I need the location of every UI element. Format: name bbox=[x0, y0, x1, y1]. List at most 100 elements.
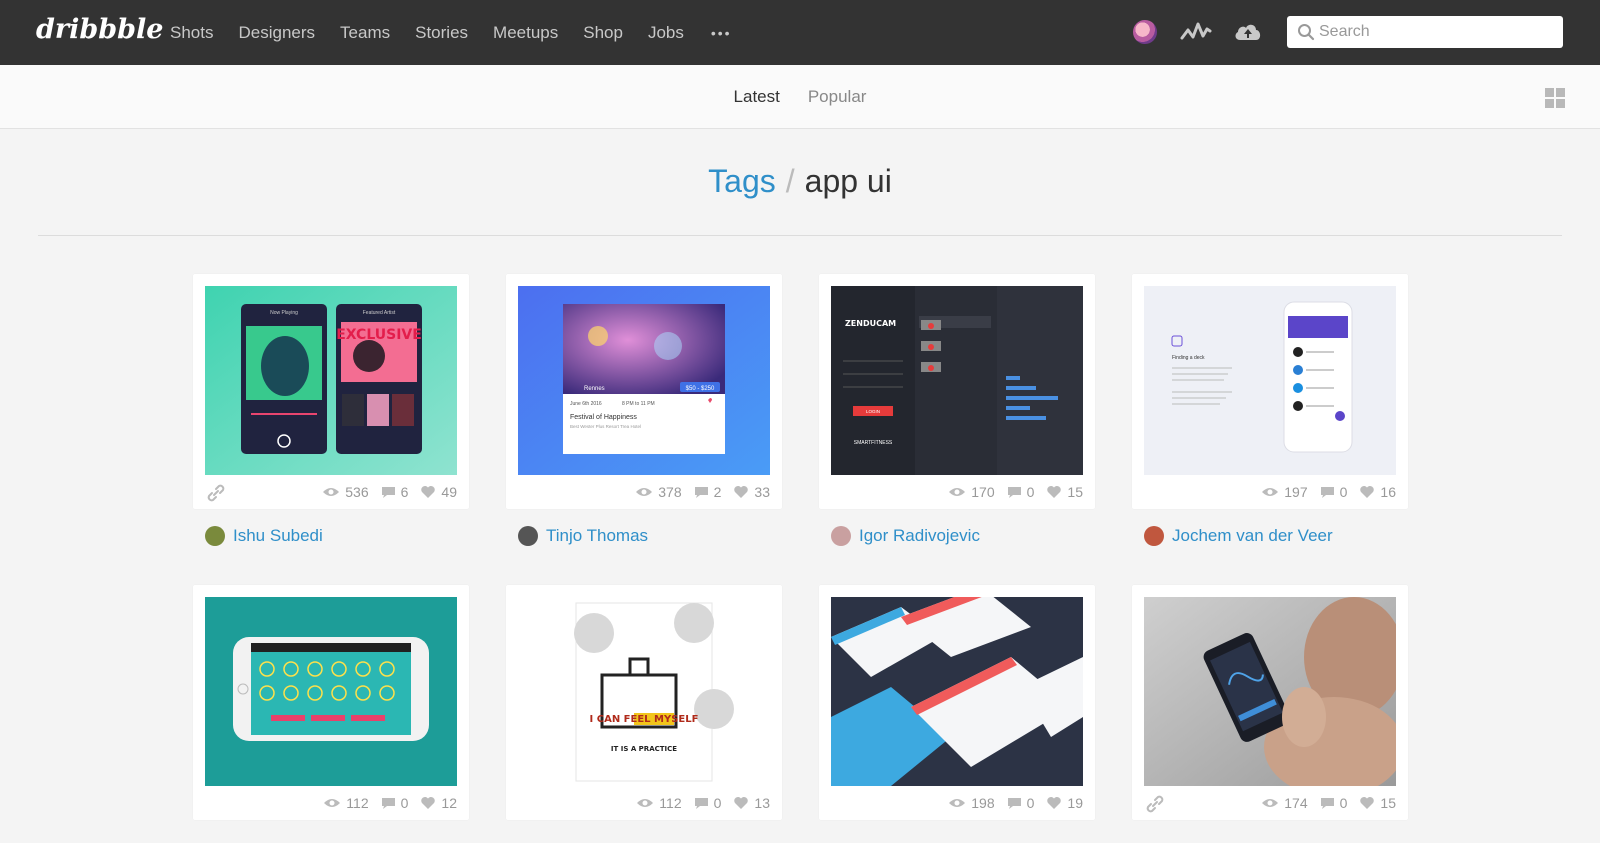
shot-thumbnail[interactable]: Finding a deck bbox=[1144, 286, 1396, 475]
comments-count: 2 bbox=[713, 484, 722, 500]
likes-stat[interactable]: 15 bbox=[1046, 484, 1083, 500]
comment-icon bbox=[381, 486, 395, 498]
views-stat[interactable]: 536 bbox=[322, 484, 369, 500]
divider bbox=[38, 235, 1562, 236]
tag-name: app ui bbox=[804, 163, 892, 199]
shot-thumbnail[interactable]: $50 - $250 Rennes June 6th 2016 8 PM to … bbox=[518, 286, 770, 475]
views-stat[interactable]: 112 bbox=[636, 795, 682, 811]
shot-stats: 197 0 16 bbox=[1249, 482, 1396, 502]
shot-thumbnail[interactable]: ZENDUCAM LOGIN SMARTFITNESS bbox=[831, 286, 1083, 475]
likes-stat[interactable]: 16 bbox=[1359, 484, 1396, 500]
comments-stat[interactable]: 6 bbox=[381, 484, 408, 500]
shot-card: ZENDUCAM LOGIN SMARTFITNESS 170 0 15 bbox=[819, 274, 1095, 509]
breadcrumb-separator: / bbox=[785, 163, 795, 199]
nav-jobs[interactable]: Jobs bbox=[648, 23, 684, 43]
comments-stat[interactable]: 0 bbox=[381, 795, 409, 811]
shot-thumbnail[interactable] bbox=[205, 597, 457, 786]
comments-stat[interactable]: 0 bbox=[1320, 484, 1348, 500]
shot-author[interactable]: Tinjo Thomas bbox=[518, 526, 648, 546]
comments-stat[interactable]: 0 bbox=[694, 795, 722, 811]
comments-count: 0 bbox=[1339, 484, 1348, 500]
comments-count: 0 bbox=[1339, 795, 1348, 811]
search-input[interactable] bbox=[1319, 16, 1554, 48]
link-icon[interactable] bbox=[205, 482, 227, 504]
shot-author[interactable]: Igor Radivojevic bbox=[831, 526, 980, 546]
author-name[interactable]: Ishu Subedi bbox=[233, 526, 323, 546]
heart-icon bbox=[421, 797, 436, 809]
shot-stats: 174 0 15 bbox=[1249, 793, 1396, 813]
views-stat[interactable]: 174 bbox=[1261, 795, 1308, 811]
shot-author[interactable]: Jochem van der Veer bbox=[1144, 526, 1333, 546]
views-count: 198 bbox=[971, 795, 995, 811]
likes-stat[interactable]: 33 bbox=[733, 484, 770, 500]
comment-icon bbox=[694, 797, 708, 809]
activity-icon[interactable] bbox=[1180, 18, 1212, 46]
shot-author[interactable]: Ishu Subedi bbox=[205, 526, 323, 546]
shot-thumbnail[interactable] bbox=[1144, 597, 1396, 786]
likes-count: 15 bbox=[1380, 795, 1396, 811]
shot-thumbnail[interactable] bbox=[831, 597, 1083, 786]
author-name[interactable]: Jochem van der Veer bbox=[1172, 526, 1333, 546]
author-name[interactable]: Tinjo Thomas bbox=[546, 526, 648, 546]
likes-stat[interactable]: 13 bbox=[733, 795, 770, 811]
eye-icon bbox=[949, 799, 966, 807]
dribbble-logo[interactable]: dribbble bbox=[36, 14, 163, 45]
upload-cloud-icon[interactable] bbox=[1233, 18, 1263, 46]
tab-popular[interactable]: Popular bbox=[808, 87, 867, 107]
shot-card: Now Playing EXCLUSIVE Featured Artist 53… bbox=[193, 274, 469, 509]
comments-stat[interactable]: 0 bbox=[1007, 795, 1035, 811]
shot-card: 174 0 15 bbox=[1132, 585, 1408, 820]
shot-stats: 536 6 49 bbox=[310, 482, 457, 502]
nav-teams[interactable]: Teams bbox=[340, 23, 390, 43]
likes-stat[interactable]: 19 bbox=[1046, 795, 1083, 811]
views-stat[interactable]: 112 bbox=[323, 795, 369, 811]
likes-stat[interactable]: 12 bbox=[420, 795, 457, 811]
comment-icon bbox=[1320, 486, 1334, 498]
likes-count: 16 bbox=[1380, 484, 1396, 500]
comments-count: 0 bbox=[400, 795, 409, 811]
views-stat[interactable]: 170 bbox=[948, 484, 995, 500]
nav-shots[interactable]: Shots bbox=[170, 23, 213, 43]
comments-stat[interactable]: 2 bbox=[694, 484, 722, 500]
user-avatar[interactable] bbox=[1133, 20, 1157, 44]
comment-icon bbox=[1007, 486, 1021, 498]
likes-count: 15 bbox=[1067, 484, 1083, 500]
avatar bbox=[518, 526, 538, 546]
views-count: 536 bbox=[345, 484, 369, 500]
comments-stat[interactable]: 0 bbox=[1320, 795, 1348, 811]
search-box bbox=[1287, 16, 1563, 48]
shot-thumbnail[interactable]: I CAN FEEL MYSELF IT IS A PRACTICE bbox=[518, 597, 770, 786]
nav-meetups[interactable]: Meetups bbox=[493, 23, 558, 43]
tags-link[interactable]: Tags bbox=[708, 163, 776, 199]
heart-icon bbox=[1047, 486, 1062, 498]
shot-card: 198 0 19 bbox=[819, 585, 1095, 820]
thumb-text: I CAN FEEL MYSELF bbox=[590, 714, 699, 725]
thumb-text: Best Wester Plus Resort Trea Hotel bbox=[570, 424, 641, 429]
grid-view-icon[interactable] bbox=[1545, 88, 1565, 108]
comment-icon bbox=[1320, 797, 1334, 809]
thumb-text: Now Playing bbox=[270, 310, 298, 316]
comments-count: 0 bbox=[1026, 795, 1035, 811]
views-stat[interactable]: 378 bbox=[635, 484, 682, 500]
views-count: 197 bbox=[1284, 484, 1308, 500]
thumb-text: Finding a deck bbox=[1172, 355, 1205, 361]
comments-count: 0 bbox=[713, 795, 722, 811]
views-stat[interactable]: 197 bbox=[1261, 484, 1308, 500]
heart-icon bbox=[1360, 486, 1375, 498]
thumb-text: June 6th 2016 bbox=[570, 401, 602, 407]
thumb-text: Festival of Happiness bbox=[570, 414, 637, 421]
link-icon[interactable] bbox=[1144, 793, 1166, 815]
author-name[interactable]: Igor Radivojevic bbox=[859, 526, 980, 546]
nav-designers[interactable]: Designers bbox=[238, 23, 315, 43]
likes-stat[interactable]: 49 bbox=[420, 484, 457, 500]
views-stat[interactable]: 198 bbox=[948, 795, 995, 811]
likes-stat[interactable]: 15 bbox=[1359, 795, 1396, 811]
tab-latest[interactable]: Latest bbox=[734, 87, 780, 107]
nav-shop[interactable]: Shop bbox=[583, 23, 623, 43]
likes-count: 49 bbox=[441, 484, 457, 500]
nav-stories[interactable]: Stories bbox=[415, 23, 468, 43]
comments-count: 0 bbox=[1026, 484, 1035, 500]
comments-stat[interactable]: 0 bbox=[1007, 484, 1035, 500]
more-icon[interactable]: ••• bbox=[711, 25, 732, 41]
shot-thumbnail[interactable]: Now Playing EXCLUSIVE Featured Artist bbox=[205, 286, 457, 475]
